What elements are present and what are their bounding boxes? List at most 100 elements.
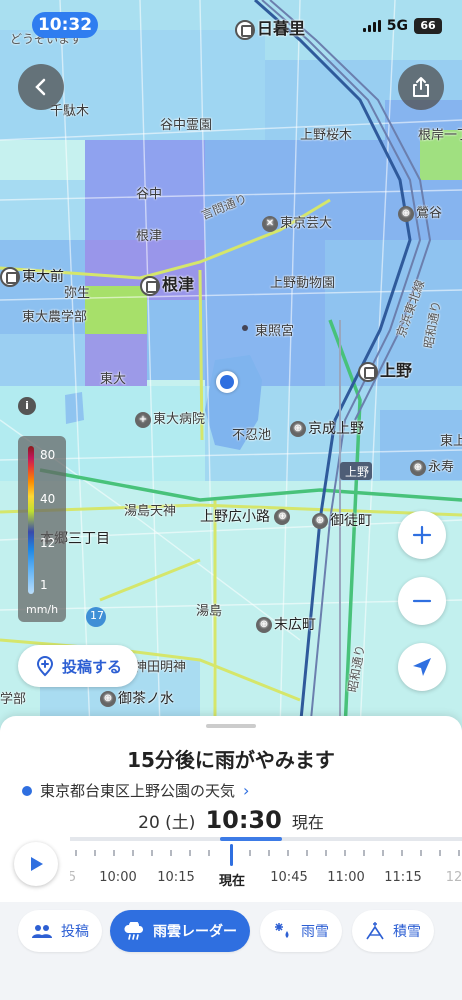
map-label: 湯島 (196, 604, 223, 619)
share-icon (413, 77, 429, 97)
station-label-okachimachi[interactable]: ⊕ 御徒町 (312, 510, 372, 530)
legend-tick: 1 (40, 578, 48, 592)
train-station-icon (235, 19, 255, 40)
location-name: 東京都台東区上野公園の天気 (40, 782, 236, 800)
battery-icon: 66 (414, 18, 442, 34)
station-icon: ⊕ (398, 205, 414, 222)
play-button[interactable] (14, 842, 58, 886)
train-station-icon (140, 275, 160, 296)
chevron-left-icon (35, 78, 46, 96)
route-17-shield: 17 (90, 609, 104, 622)
current-location-dot (216, 371, 238, 393)
station-icon: ⊕ (256, 617, 272, 633)
station-label-keisei-ueno[interactable]: ⊕ 京成上野 (290, 418, 364, 438)
snow-accumulation-icon (366, 922, 384, 940)
poi-name: 永寿 (428, 460, 455, 475)
current-location-button[interactable] (398, 643, 446, 691)
back-button[interactable] (18, 64, 64, 110)
network-type: 5G (386, 18, 408, 34)
station-label-nezu[interactable]: 根津 (140, 271, 194, 296)
post-report-button[interactable]: 投稿する (18, 645, 138, 687)
selected-time: 20 (土) 10:30 現在 (0, 806, 462, 834)
train-station-icon (358, 361, 378, 382)
tab-rain-snow[interactable]: 雨雪 (260, 910, 342, 952)
poi-name: 東大前 (22, 269, 64, 285)
plus-icon (412, 525, 432, 545)
timeline-label: 11:15 (384, 870, 422, 885)
train-station-icon (0, 267, 20, 287)
bottom-tab-bar: 投稿 雨雲レーダー 雨雪 積雪 (0, 902, 462, 1000)
legend-unit: mm/h (26, 603, 59, 616)
poi-name: 上野広小路 (200, 509, 270, 525)
chevron-right-icon: › (243, 781, 250, 800)
station-icon: ⊕ (100, 691, 116, 707)
timeline-label-current: 現在 (218, 874, 246, 889)
zoom-in-button[interactable] (398, 511, 446, 559)
map-label: 神田明神 (134, 660, 187, 675)
map-label: + 東大病院 (135, 408, 205, 428)
tab-label: 積雪 (393, 924, 421, 940)
hospital-icon: + (135, 411, 151, 428)
map-label: 東大 (100, 372, 127, 387)
map-label: ⊕ 永寿 (410, 456, 454, 476)
map-label: 上野桜木 (300, 128, 353, 143)
time-slider[interactable]: 5 10:00 10:15 現在 10:45 11:00 11:15 12 (70, 834, 462, 894)
forecast-sheet[interactable]: 15分後に雨がやみます 東京都台東区上野公園の天気 › 20 (土) 10:30… (0, 716, 462, 902)
map-label: 不忍池 (232, 428, 272, 443)
map-label: 湯島天神 (124, 504, 177, 519)
map-label: 東照宮 (255, 324, 295, 339)
info-icon[interactable]: i (18, 397, 36, 415)
now-label: 現在 (291, 813, 324, 832)
poi-name: 京成上野 (308, 421, 364, 437)
tab-rain-radar[interactable]: 雨雲レーダー (110, 910, 250, 952)
station-label-nippori[interactable]: 日暮里 (235, 15, 305, 40)
location-link[interactable]: 東京都台東区上野公園の天気 › (22, 780, 249, 801)
map-label: 東大前 (0, 266, 64, 287)
status-indicators: 5G 66 (362, 18, 442, 34)
minus-icon (412, 599, 432, 603)
map-label: 上野動物園 (270, 276, 336, 291)
timeline-forecast-range (220, 837, 282, 841)
timeline-label: 5 (70, 870, 77, 885)
station-name: 上野 (380, 361, 413, 380)
snow-rain-icon (275, 923, 289, 938)
tab-snow-depth[interactable]: 積雪 (352, 910, 434, 952)
location-arrow-icon (413, 658, 431, 676)
rain-forecast-headline: 15分後に雨がやみます (127, 748, 335, 772)
play-icon (31, 857, 43, 871)
location-dot-icon (22, 785, 32, 796)
rain-intensity-legend: 80 40 12 1 mm/h (18, 436, 66, 622)
road-sign: 上野 (345, 465, 370, 479)
map-label: 根津 (136, 229, 163, 244)
poi-name: 末広町 (274, 617, 316, 633)
station-label-ueno[interactable]: 上野 (358, 357, 412, 382)
selected-date: 20 (土) (138, 813, 196, 833)
tab-posts[interactable]: 投稿 (18, 910, 102, 952)
signal-icon (362, 20, 381, 32)
station-name: 根津 (162, 275, 195, 294)
map-label: 東上 (440, 434, 462, 449)
rain-cloud-icon (124, 922, 143, 940)
map-label: 谷中霊園 (160, 118, 213, 133)
zoom-out-button[interactable] (398, 577, 446, 625)
station-icon: ⊕ (274, 509, 291, 525)
tab-label: 雨雪 (301, 924, 329, 940)
station-icon: ⊕ (312, 513, 328, 529)
share-button[interactable] (398, 64, 444, 110)
poi-name: 東京芸大 (280, 216, 333, 231)
sheet-grabber[interactable] (206, 724, 256, 728)
map-label: ⊕ 鶯谷 (398, 202, 442, 222)
station-label-ueno-hirokoji[interactable]: 上野広小路 ⊕ (200, 506, 292, 526)
timeline-cursor[interactable] (230, 844, 233, 866)
legend-color-bar (28, 446, 34, 594)
station-label-suehirocho[interactable]: ⊕ 末広町 (256, 614, 316, 634)
post-button-label: 投稿する (61, 657, 122, 676)
poi-name: 鶯谷 (416, 206, 443, 221)
map-label: 学部 (0, 692, 27, 707)
rain-radar-map[interactable]: どうぞいます 日暮里 千駄木 谷中霊園 上野桜木 根岸一丁目 谷中 言問通り ✕… (0, 0, 462, 730)
map-label: ✕ 東京芸大 (262, 212, 332, 232)
school-icon: ✕ (262, 215, 278, 232)
poi-name: 御茶ノ水 (118, 691, 174, 707)
station-label-ochanomizu[interactable]: ⊕ 御茶ノ水 (100, 688, 174, 708)
map-label: 弥生 (64, 286, 91, 301)
